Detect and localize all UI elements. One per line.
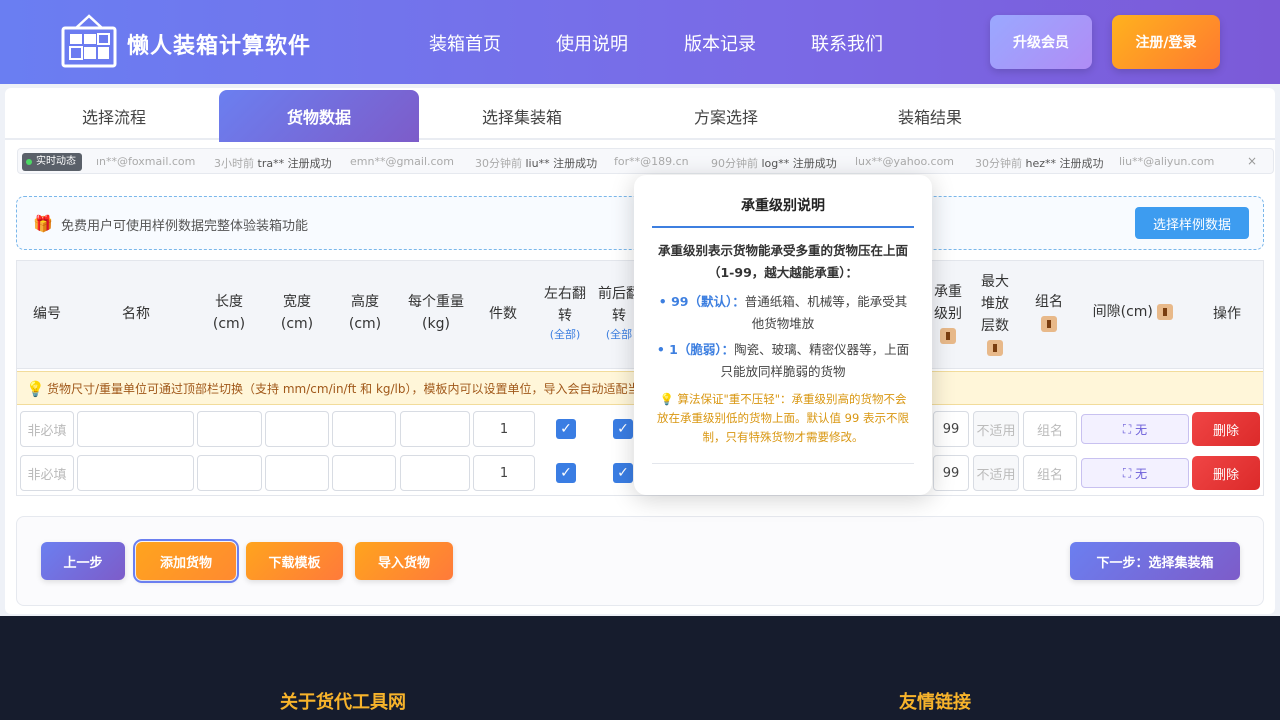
tab-select-process[interactable]: 选择流程: [14, 90, 214, 142]
prev-step-button[interactable]: 上一步: [41, 542, 125, 580]
next-step-button[interactable]: 下一步：选择集装箱: [1070, 542, 1240, 580]
download-template-button[interactable]: 下载模板: [246, 542, 343, 580]
notice-text: 免费用户可使用样例数据完整体验装箱功能: [61, 219, 309, 234]
header-action: 操作: [1213, 306, 1241, 322]
id-input[interactable]: 非必填: [20, 411, 74, 447]
length-input[interactable]: [197, 411, 262, 447]
length-input[interactable]: [197, 455, 262, 491]
tab-plan-select[interactable]: 方案选择: [626, 90, 826, 142]
close-icon[interactable]: ×: [1247, 154, 1257, 168]
help-box-icon[interactable]: [940, 328, 956, 344]
header-length: 长度 (cm): [212, 294, 246, 332]
count-input[interactable]: 1: [473, 411, 535, 447]
nav-instructions[interactable]: 使用说明: [556, 30, 628, 56]
popover-warning: 💡 算法保证"重不压轻"：承重级别高的货物不会放在承重级别低的货物上面。默认值 …: [657, 392, 909, 444]
help-box-icon[interactable]: [987, 340, 1003, 356]
footer-links-title: 友情链接: [899, 692, 971, 713]
live-activity-ticker: 实时动态 ın**@foxmail.com 3小时前 tra** 注册成功 em…: [17, 148, 1274, 174]
container-logo-icon: [61, 14, 117, 68]
flip-lr-checkbox[interactable]: ✓: [556, 419, 576, 439]
step-tabs: 选择流程 货物数据 选择集装箱 方案选择 装箱结果: [5, 88, 1275, 142]
import-cargo-button[interactable]: 导入货物: [355, 542, 453, 580]
ticker-item: emn**@gmail.com: [350, 155, 454, 168]
popover-bottom-divider: [652, 463, 914, 464]
gift-icon: 🎁: [33, 214, 53, 233]
tab-packing-result[interactable]: 装箱结果: [830, 90, 1030, 142]
flip-lr-checkbox[interactable]: ✓: [556, 463, 576, 483]
flip-fb-checkbox[interactable]: ✓: [613, 419, 633, 439]
popover-title: 承重级别说明: [741, 198, 825, 214]
ticker-item: 30分钟前 liu** 注册成功: [475, 157, 598, 170]
live-badge: 实时动态: [22, 153, 82, 171]
header-bearing-level: 承重 级别: [931, 281, 965, 347]
ticker-item: ın**@foxmail.com: [96, 155, 196, 168]
brand-title: 懒人装箱计算软件: [127, 34, 312, 59]
action-bar: 上一步 添加货物 下载模板 导入货物 下一步：选择集装箱: [16, 516, 1264, 606]
width-input[interactable]: [265, 411, 329, 447]
gap-button[interactable]: ⛶ 无: [1081, 458, 1189, 488]
delete-button[interactable]: 删除: [1192, 456, 1260, 490]
header-max-layers: 最大 堆放 层数: [975, 271, 1015, 359]
header-name: 名称: [122, 306, 150, 322]
weight-input[interactable]: [400, 455, 470, 491]
header-group: 组名: [1027, 291, 1071, 335]
select-sample-data-button[interactable]: 选择样例数据: [1135, 207, 1249, 239]
ticker-item: liu**@aliyun.com: [1119, 155, 1215, 168]
gap-button[interactable]: ⛶ 无: [1081, 414, 1189, 444]
max-layers-input[interactable]: 不适用: [973, 455, 1019, 491]
id-input[interactable]: 非必填: [20, 455, 74, 491]
ticker-item: lux**@yahoo.com: [855, 155, 955, 168]
name-input[interactable]: [77, 411, 194, 447]
popover-item-99: • 99（默认）：普通纸箱、机械等，能承受其他货物堆放: [658, 294, 908, 331]
expand-icon: ⛶: [1122, 465, 1136, 480]
header-weight: 每个重量 (kg): [408, 294, 464, 332]
bearing-level-input[interactable]: 99: [933, 455, 969, 491]
header-width: 宽度 (cm): [280, 294, 314, 332]
flip-lr-all-link[interactable]: (全部): [537, 327, 593, 343]
weight-input[interactable]: [400, 411, 470, 447]
ticker-item: 30分钟前 hez** 注册成功: [975, 157, 1104, 170]
delete-button[interactable]: 删除: [1192, 412, 1260, 446]
nav-versions[interactable]: 版本记录: [684, 30, 756, 56]
count-input[interactable]: 1: [473, 455, 535, 491]
nav-home[interactable]: 装箱首页: [429, 30, 501, 56]
group-input[interactable]: 组名: [1023, 411, 1077, 447]
height-input[interactable]: [332, 455, 396, 491]
header-flip-lr: 左右翻转 (全部): [537, 283, 593, 343]
header-height: 高度 (cm): [348, 294, 382, 332]
header-id: 编号: [33, 306, 61, 322]
add-cargo-button[interactable]: 添加货物: [133, 539, 239, 583]
name-input[interactable]: [77, 455, 194, 491]
ticker-item: 90分钟前 log** 注册成功: [711, 157, 837, 170]
group-input[interactable]: 组名: [1023, 455, 1077, 491]
width-input[interactable]: [265, 455, 329, 491]
unit-tip-text: 货物尺寸/重量单位可通过顶部栏切换（支持 mm/cm/in/ft 和 kg/lb…: [47, 382, 652, 396]
popover-intro: 承重级别表示货物能承受多重的货物压在上面（1-99，越大越能承重）：: [657, 243, 908, 280]
tab-select-container[interactable]: 选择集装箱: [422, 90, 622, 142]
height-input[interactable]: [332, 411, 396, 447]
expand-icon: ⛶: [1122, 421, 1136, 436]
max-layers-input[interactable]: 不适用: [973, 411, 1019, 447]
help-box-icon[interactable]: [1041, 316, 1057, 332]
login-register-button[interactable]: 注册/登录: [1112, 15, 1220, 69]
upgrade-vip-button[interactable]: 升级会员: [990, 15, 1092, 69]
popover-item-1: • 1（脆弱）：陶瓷、玻璃、精密仪器等，上面只能放同样脆弱的货物: [656, 342, 910, 379]
top-header: 懒人装箱计算软件 装箱首页 使用说明 版本记录 联系我们 升级会员 注册/登录: [0, 0, 1280, 84]
header-count: 件数: [489, 306, 517, 322]
bearing-level-input[interactable]: 99: [933, 411, 969, 447]
bearing-level-popover: 承重级别说明 承重级别表示货物能承受多重的货物压在上面（1-99，越大越能承重）…: [634, 175, 932, 495]
lightbulb-icon: 💡: [26, 380, 45, 398]
nav-contact[interactable]: 联系我们: [811, 30, 883, 56]
ticker-item: for**@189.cn: [614, 155, 689, 168]
flip-fb-checkbox[interactable]: ✓: [613, 463, 633, 483]
footer: 关于货代工具网 友情链接: [0, 616, 1280, 720]
ticker-item: 3小时前 tra** 注册成功: [214, 157, 332, 170]
popover-divider: [652, 226, 914, 228]
header-gap: 间隙(cm): [1081, 301, 1185, 323]
help-box-icon[interactable]: [1157, 304, 1174, 320]
tab-cargo-data[interactable]: 货物数据: [219, 90, 419, 142]
footer-about-title: 关于货代工具网: [280, 692, 406, 713]
